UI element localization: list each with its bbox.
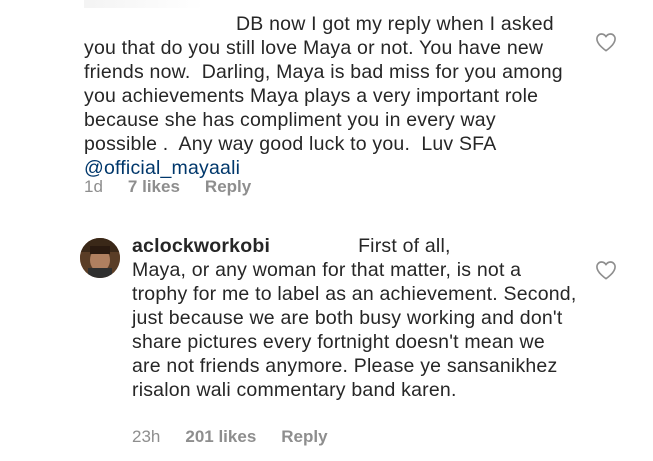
likes-count[interactable]: 7 likes (128, 177, 180, 197)
comment-timestamp: 1d (84, 177, 103, 196)
comment-item: aclockworkobi First of all, Maya, or any w… (0, 222, 653, 461)
comment-text-line1: DB now I got my reply when I asked (236, 13, 554, 35)
heart-outline-icon[interactable] (595, 260, 617, 280)
comment-meta: 23h 201 likes Reply (132, 427, 353, 447)
comment-text: DB now I got my reply when I asked you th… (84, 12, 574, 180)
comment-username[interactable]: aclockworkobi (132, 235, 270, 257)
reply-button[interactable]: Reply (281, 427, 327, 447)
comment-text-body: Maya, or any woman for that matter, is n… (132, 259, 583, 401)
comment-timestamp: 23h (132, 427, 161, 446)
reply-button[interactable]: Reply (205, 177, 251, 197)
comment-text: aclockworkobi First of all, Maya, or any w… (132, 234, 577, 402)
user-avatar[interactable] (80, 238, 120, 278)
comment-item: DB now I got my reply when I asked you th… (0, 0, 653, 215)
avatar-image (80, 238, 120, 278)
comment-meta: 1d 7 likes Reply (84, 177, 276, 197)
likes-count[interactable]: 201 likes (185, 427, 256, 447)
mention-link[interactable]: @official_mayaali (84, 157, 240, 179)
comment-text-line1: First of all, (358, 235, 451, 257)
cropped-previous-content (84, 0, 204, 8)
heart-outline-icon[interactable] (595, 32, 617, 52)
comment-text-body: you that do you still love Maya or not. … (84, 37, 569, 155)
